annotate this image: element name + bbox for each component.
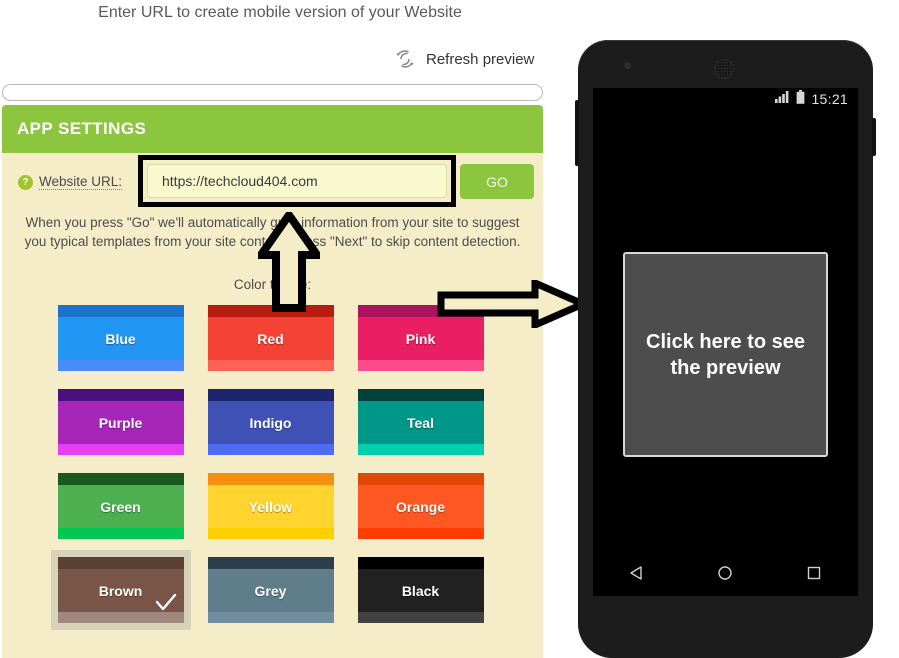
swatch-band-mid: Grey	[207, 569, 334, 612]
swatch-band-top	[357, 557, 484, 569]
volume-button[interactable]	[575, 100, 579, 166]
swatch-band-top	[207, 557, 334, 569]
swatch-label: Indigo	[249, 414, 292, 431]
color-swatch-blue[interactable]: Blue	[57, 305, 184, 371]
phone-top-bezel	[578, 40, 873, 88]
swatch-label: Teal	[407, 414, 434, 431]
swatch-band-bottom	[207, 360, 334, 371]
swatch-band-top	[207, 305, 334, 317]
swatch-label: Purple	[98, 414, 143, 431]
color-swatch-orange[interactable]: Orange	[357, 473, 484, 539]
swatch-band-mid: Purple	[57, 401, 184, 444]
color-swatch-black[interactable]: Black	[357, 557, 484, 623]
swatch-band-mid: Green	[57, 485, 184, 528]
phone-preview: 15:21 Click here to see the preview	[575, 40, 876, 658]
swatch-label: Red	[257, 330, 284, 347]
swatch-band-mid: Brown	[57, 569, 184, 612]
help-icon[interactable]: ?	[18, 174, 33, 190]
color-theme-grid: Blue Red Pink Purple Indigo Teal Green Yellow Or…	[50, 305, 488, 630]
color-swatch-yellow[interactable]: Yellow	[207, 473, 334, 539]
top-url-input[interactable]	[2, 84, 543, 101]
swatch-label: Grey	[254, 582, 287, 599]
swatch-band-bottom	[57, 528, 184, 539]
refresh-preview-button[interactable]: Refresh preview	[392, 46, 534, 72]
swatch-band-mid: Blue	[57, 317, 184, 360]
home-circle-icon[interactable]	[716, 564, 734, 587]
signal-bars-icon	[775, 90, 790, 108]
website-url-row: ? Website URL: GO	[2, 153, 543, 211]
android-nav-bar	[593, 554, 858, 596]
swatch-label: Brown	[98, 582, 143, 599]
swatch-band-top	[57, 473, 184, 485]
color-theme-label: Color theme:	[233, 277, 312, 292]
swatch-label: Yellow	[248, 498, 293, 515]
swatch-band-mid: Yellow	[207, 485, 334, 528]
swatch-label: Orange	[395, 498, 445, 515]
settings-description: When you press "Go" we'll automatically …	[24, 215, 521, 249]
status-clock: 15:21	[811, 91, 848, 107]
color-swatch-purple[interactable]: Purple	[57, 389, 184, 455]
color-swatch-red[interactable]: Red	[207, 305, 334, 371]
preview-text-line1: Click here to see	[646, 330, 805, 353]
app-settings-header: APP SETTINGS	[2, 105, 543, 153]
color-swatch-teal[interactable]: Teal	[357, 389, 484, 455]
battery-icon	[796, 89, 805, 109]
color-swatch-brown[interactable]: Brown	[50, 550, 191, 630]
app-settings-card: APP SETTINGS ? Website URL: GO When you …	[2, 105, 543, 658]
go-button[interactable]: GO	[460, 164, 534, 199]
swatch-band-top	[357, 305, 484, 317]
swatch-band-bottom	[357, 528, 484, 539]
swatch-band-top	[57, 557, 184, 569]
swatch-band-bottom	[357, 612, 484, 623]
phone-screen: 15:21 Click here to see the preview	[593, 88, 858, 596]
swatch-label: Green	[100, 498, 141, 515]
swatch-band-bottom	[357, 360, 484, 371]
swatch-band-bottom	[207, 444, 334, 455]
swatch-band-top	[57, 389, 184, 401]
earpiece-speaker-icon	[714, 59, 734, 79]
refresh-preview-label: Refresh preview	[426, 50, 535, 68]
back-triangle-icon[interactable]	[628, 564, 646, 587]
swatch-band-mid: Orange	[357, 485, 484, 528]
swatch-band-mid: Teal	[357, 401, 484, 444]
swatch-band-mid: Indigo	[207, 401, 334, 444]
swatch-band-top	[357, 473, 484, 485]
swatch-band-mid: Black	[357, 569, 484, 612]
color-swatch-green[interactable]: Green	[57, 473, 184, 539]
power-button[interactable]	[872, 118, 876, 156]
swatch-band-bottom	[357, 444, 484, 455]
swatch-band-bottom	[207, 612, 334, 623]
swatch-band-top	[57, 305, 184, 317]
color-swatch-grey[interactable]: Grey	[207, 557, 334, 623]
app-settings-title: APP SETTINGS	[17, 119, 147, 138]
swatch-band-bottom	[207, 528, 334, 539]
recents-square-icon[interactable]	[805, 564, 823, 587]
swatch-band-bottom	[57, 444, 184, 455]
color-swatch-pink[interactable]: Pink	[357, 305, 484, 371]
preview-text-line2: the preview	[670, 356, 781, 379]
refresh-icon	[392, 46, 418, 72]
website-url-input[interactable]	[147, 164, 447, 198]
page-title: Enter URL to create mobile version of yo…	[98, 4, 462, 21]
settings-panel: Enter URL to create mobile version of yo…	[0, 0, 592, 658]
website-url-label: Website URL:	[39, 174, 123, 190]
swatch-band-top	[207, 473, 334, 485]
swatch-band-top	[207, 389, 334, 401]
swatch-band-top	[357, 389, 484, 401]
status-bar: 15:21	[593, 88, 858, 110]
swatch-label: Black	[401, 582, 440, 599]
swatch-label: Pink	[405, 330, 436, 347]
color-swatch-indigo[interactable]: Indigo	[207, 389, 334, 455]
check-icon	[154, 593, 178, 618]
swatch-band-mid: Red	[207, 317, 334, 360]
swatch-band-bottom	[57, 360, 184, 371]
front-camera-icon	[624, 62, 631, 69]
swatch-label: Blue	[105, 330, 136, 347]
preview-placeholder-button[interactable]: Click here to see the preview	[623, 252, 828, 457]
swatch-band-mid: Pink	[357, 317, 484, 360]
